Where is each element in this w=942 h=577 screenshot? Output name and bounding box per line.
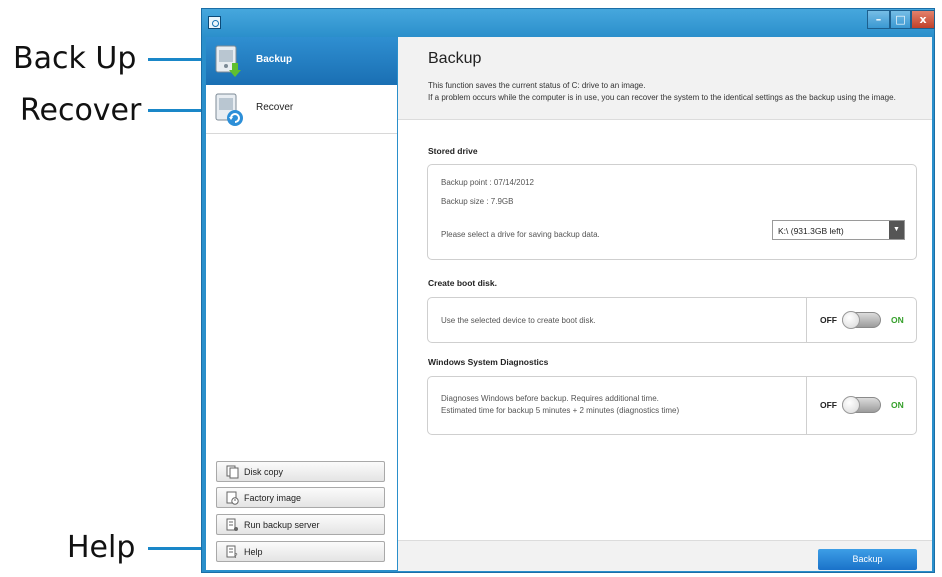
- close-button[interactable]: x: [911, 10, 935, 29]
- help-label: Help: [244, 547, 263, 557]
- page-title: Backup: [428, 50, 482, 67]
- disk-copy-label: Disk copy: [244, 467, 284, 477]
- recover-drive-icon: [215, 93, 243, 126]
- drive-select-prompt: Please select a drive for saving backup …: [441, 230, 600, 239]
- divider: [806, 377, 807, 434]
- run-backup-server-button[interactable]: Run backup server: [216, 514, 385, 535]
- help-icon: ?: [226, 545, 238, 559]
- stored-drive-card: Backup point : 07/14/2012 Backup size : …: [427, 164, 917, 260]
- boot-disk-off-label: OFF: [820, 315, 837, 325]
- boot-disk-card: Use the selected device to create boot d…: [427, 297, 917, 343]
- minimize-button[interactable]: –: [867, 10, 890, 29]
- factory-image-icon: [226, 491, 239, 505]
- backup-drive-icon: [215, 45, 241, 77]
- toggle-knob: [842, 396, 860, 414]
- app-icon: [208, 16, 221, 29]
- diagnostics-text-line-2: Estimated time for backup 5 minutes + 2 …: [441, 406, 680, 415]
- drive-select[interactable]: K:\ (931.3GB left) ▼: [772, 220, 905, 240]
- title-bar[interactable]: – □ x: [202, 9, 935, 37]
- app-window: – □ x Backup Recover Disk copy Factory i…: [201, 8, 935, 573]
- stored-drive-title: Stored drive: [428, 146, 478, 156]
- backup-size: Backup size : 7.9GB: [441, 197, 514, 206]
- diagnostics-text-line-1: Diagnoses Windows before backup. Require…: [441, 394, 659, 403]
- run-backup-server-label: Run backup server: [244, 520, 320, 530]
- drive-select-value: K:\ (931.3GB left): [778, 226, 844, 236]
- backup-point: Backup point : 07/14/2012: [441, 178, 534, 187]
- sidebar-item-backup-label: Backup: [256, 54, 293, 65]
- help-button[interactable]: ? Help: [216, 541, 385, 562]
- disk-copy-icon: [226, 465, 239, 479]
- callout-line-back-up: [148, 58, 206, 61]
- diagnostics-card: Diagnoses Windows before backup. Require…: [427, 376, 917, 435]
- backup-server-icon: [226, 518, 238, 531]
- sidebar-item-recover[interactable]: Recover: [206, 85, 397, 134]
- callout-line-recover: [148, 109, 206, 112]
- factory-image-button[interactable]: Factory image: [216, 487, 385, 508]
- description-line-1: This function saves the current status o…: [428, 81, 646, 90]
- boot-disk-text: Use the selected device to create boot d…: [441, 316, 596, 325]
- divider: [806, 298, 807, 342]
- diagnostics-on-label: ON: [891, 400, 904, 410]
- maximize-button[interactable]: □: [890, 10, 911, 29]
- footer-bar: Backup: [398, 540, 932, 571]
- callout-recover: Recover: [20, 93, 142, 128]
- factory-image-label: Factory image: [244, 493, 302, 503]
- boot-disk-toggle[interactable]: [842, 311, 881, 329]
- sidebar-item-recover-label: Recover: [256, 102, 294, 113]
- svg-text:?: ?: [234, 552, 238, 559]
- diagnostics-title: Windows System Diagnostics: [428, 357, 549, 367]
- disk-copy-button[interactable]: Disk copy: [216, 461, 385, 482]
- diagnostics-off-label: OFF: [820, 400, 837, 410]
- page-header: Backup This function saves the current s…: [398, 37, 932, 120]
- description-line-2: If a problem occurs while the computer i…: [428, 93, 896, 102]
- callout-back-up: Back Up: [13, 41, 137, 76]
- boot-disk-on-label: ON: [891, 315, 904, 325]
- callout-help: Help: [67, 530, 136, 565]
- toggle-knob: [842, 311, 860, 329]
- chevron-down-icon[interactable]: ▼: [889, 221, 904, 239]
- diagnostics-toggle[interactable]: [842, 396, 881, 414]
- sidebar: Backup Recover Disk copy Factory image R…: [206, 37, 397, 570]
- sidebar-item-backup[interactable]: Backup: [206, 37, 397, 85]
- boot-disk-title: Create boot disk.: [428, 278, 497, 288]
- main-panel: Backup This function saves the current s…: [398, 37, 932, 571]
- backup-button[interactable]: Backup: [818, 549, 917, 570]
